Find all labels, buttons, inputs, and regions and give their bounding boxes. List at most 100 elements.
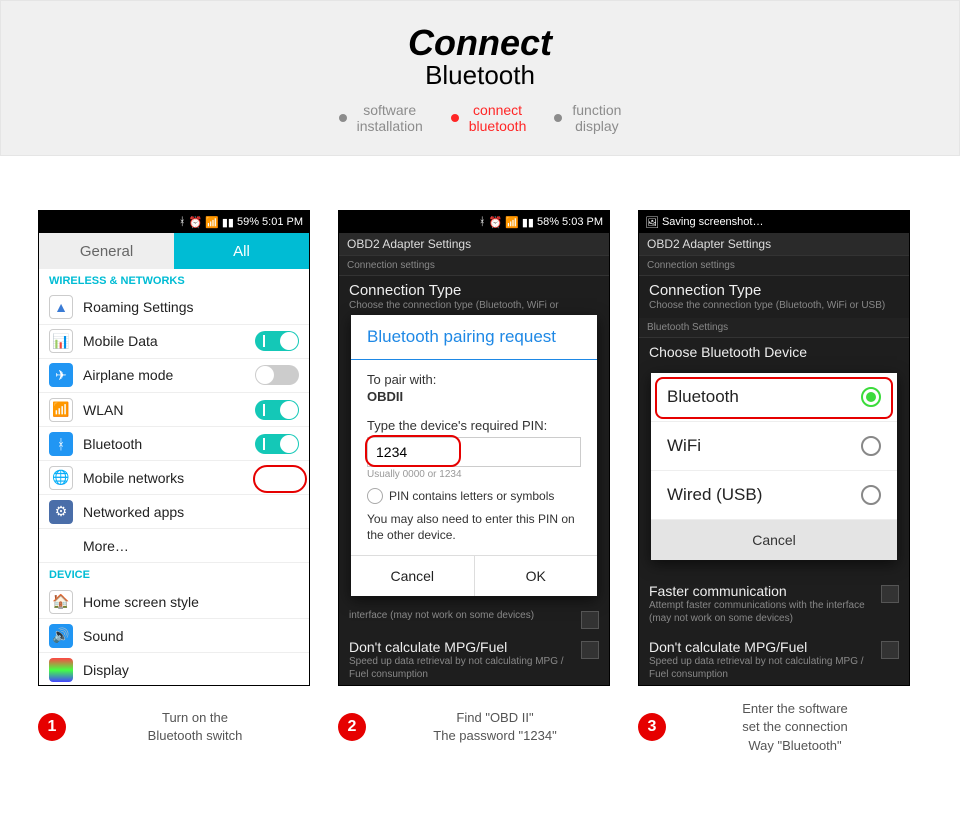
breadcrumb-connect: connectbluetooth	[451, 102, 527, 136]
tab-general[interactable]: General	[39, 233, 174, 269]
row-home-screen[interactable]: 🏠Home screen style	[39, 585, 309, 619]
pairing-dialog: Bluetooth pairing request To pair with: …	[351, 315, 597, 596]
alarm-icon: ⏰	[488, 216, 502, 229]
breadcrumb-function: functiondisplay	[554, 102, 621, 136]
row-sound[interactable]: 🔊Sound	[39, 619, 309, 653]
mobile-data-icon: 📊	[49, 329, 73, 353]
row-mobile-networks[interactable]: 🌐Mobile networks	[39, 461, 309, 495]
pin-prompt: Type the device's required PIN:	[367, 418, 581, 433]
app-header: OBD2 Adapter Settings	[339, 233, 609, 256]
row-networked-apps[interactable]: ⚙Networked apps	[39, 495, 309, 529]
roaming-icon: ▲	[49, 295, 73, 319]
option-wired[interactable]: Wired (USB)	[651, 471, 897, 520]
airplane-icon: ✈	[49, 363, 73, 387]
cancel-button[interactable]: Cancel	[651, 520, 897, 560]
bg-faster-comm: interface (may not work on some devices)	[339, 603, 609, 635]
row-display[interactable]: Display	[39, 653, 309, 686]
display-icon	[49, 658, 73, 682]
option-wifi[interactable]: WiFi	[651, 422, 897, 471]
alarm-icon: ⏰	[188, 216, 202, 229]
breadcrumb: softwareinstallation connectbluetooth fu…	[1, 102, 959, 136]
cancel-button[interactable]: Cancel	[351, 556, 474, 596]
dot-icon	[451, 114, 459, 122]
image-icon: 🖼	[645, 216, 659, 229]
wlan-icon: 📶	[49, 398, 73, 422]
home-icon: 🏠	[49, 590, 73, 614]
row-more[interactable]: More…	[39, 529, 309, 563]
breadcrumb-software: softwareinstallation	[339, 102, 423, 136]
status-text: 59% 5:01 PM	[237, 216, 303, 228]
checkbox-icon	[581, 611, 599, 629]
bg-mpg-block: Don't calculate MPG/Fuel Speed up data r…	[639, 633, 909, 686]
toggle-airplane[interactable]	[255, 365, 299, 385]
sound-icon: 🔊	[49, 624, 73, 648]
radio-icon[interactable]	[861, 387, 881, 407]
dialog-title: Bluetooth pairing request	[351, 315, 597, 360]
signal-icon: ▮▮	[522, 216, 534, 229]
radio-icon[interactable]	[861, 436, 881, 456]
captions: 1 Turn on the Bluetooth switch 2 Find "O…	[0, 686, 960, 785]
app-header: OBD2 Adapter Settings	[639, 233, 909, 256]
choose-device-block: Choose Bluetooth Device	[639, 338, 909, 366]
hero: Connect Bluetooth softwareinstallation c…	[0, 0, 960, 156]
row-mobile-data[interactable]: 📊Mobile Data	[39, 325, 309, 359]
app-subheader: Connection settings	[339, 256, 609, 276]
screenshot-2: ᚼ ⏰ 📶 ▮▮ 58% 5:03 PM OBD2 Adapter Settin…	[338, 210, 610, 686]
screenshot-3: 🖼 Saving screenshot… OBD2 Adapter Settin…	[638, 210, 910, 686]
radio-icon[interactable]	[861, 485, 881, 505]
caption-2: 2 Find "OBD II" The password "1234"	[338, 700, 610, 755]
connection-type-dialog: Bluetooth WiFi Wired (USB) Cancel	[651, 373, 897, 560]
bg-mpg-block: Don't calculate MPG/Fuel Speed up data r…	[339, 633, 609, 686]
status-bar: 🖼 Saving screenshot…	[639, 211, 909, 233]
option-bluetooth[interactable]: Bluetooth	[651, 373, 897, 422]
checkbox-icon	[881, 641, 899, 659]
pin-letters-row[interactable]: PIN contains letters or symbols	[367, 488, 581, 504]
status-text: Saving screenshot…	[662, 216, 764, 228]
screenshot-gallery: ᚼ ⏰ 📶 ▮▮ 59% 5:01 PM General All WIRELES…	[0, 156, 960, 686]
bluetooth-icon: ᚼ	[479, 216, 486, 228]
mobile-networks-icon: 🌐	[49, 466, 73, 490]
ok-button[interactable]: OK	[474, 556, 598, 596]
tab-all[interactable]: All	[174, 233, 309, 269]
connection-type-block: Connection Type Choose the connection ty…	[639, 276, 909, 318]
row-bluetooth[interactable]: ᚼBluetooth	[39, 427, 309, 461]
status-bar: ᚼ ⏰ 📶 ▮▮ 58% 5:03 PM	[339, 211, 609, 233]
caption-1: 1 Turn on the Bluetooth switch	[38, 700, 310, 755]
toggle-bluetooth[interactable]	[255, 434, 299, 454]
dot-icon	[554, 114, 562, 122]
wifi-icon: 📶	[205, 216, 219, 229]
bg-faster-comm: Faster communication Attempt faster comm…	[639, 577, 909, 631]
toggle-wlan[interactable]	[255, 400, 299, 420]
checkbox-icon	[581, 641, 599, 659]
row-roaming[interactable]: ▲Roaming Settings	[39, 291, 309, 325]
status-bar: ᚼ ⏰ 📶 ▮▮ 59% 5:01 PM	[39, 211, 309, 233]
caption-3: 3 Enter the software set the connection …	[638, 700, 910, 755]
pin-input[interactable]	[367, 437, 581, 467]
step-badge: 1	[38, 713, 66, 741]
hero-title: Connect	[1, 25, 959, 61]
step-badge: 3	[638, 713, 666, 741]
connection-type-block: Connection Type Choose the connection ty…	[339, 276, 609, 318]
dot-icon	[339, 114, 347, 122]
checkbox-icon	[881, 585, 899, 603]
checkbox-icon[interactable]	[367, 488, 383, 504]
app-subheader: Connection settings	[639, 256, 909, 276]
pin-hint: Usually 0000 or 1234	[367, 469, 581, 480]
pair-device: OBDII	[367, 389, 581, 404]
tabs: General All	[39, 233, 309, 269]
step-badge: 2	[338, 713, 366, 741]
bluetooth-icon: ᚼ	[49, 432, 73, 456]
networked-apps-icon: ⚙	[49, 500, 73, 524]
bluetooth-icon: ᚼ	[179, 216, 186, 228]
bt-settings-header: Bluetooth Settings	[639, 318, 909, 338]
toggle-mobile-data[interactable]	[255, 331, 299, 351]
row-wlan[interactable]: 📶WLAN	[39, 393, 309, 427]
signal-icon: ▮▮	[222, 216, 234, 229]
section-wireless: WIRELESS & NETWORKS	[39, 269, 309, 291]
row-airplane[interactable]: ✈Airplane mode	[39, 359, 309, 393]
wifi-icon: 📶	[505, 216, 519, 229]
pin-note: You may also need to enter this PIN on t…	[367, 512, 581, 543]
section-device: DEVICE	[39, 563, 309, 585]
pair-with-label: To pair with:	[367, 372, 581, 387]
screenshot-1: ᚼ ⏰ 📶 ▮▮ 59% 5:01 PM General All WIRELES…	[38, 210, 310, 686]
